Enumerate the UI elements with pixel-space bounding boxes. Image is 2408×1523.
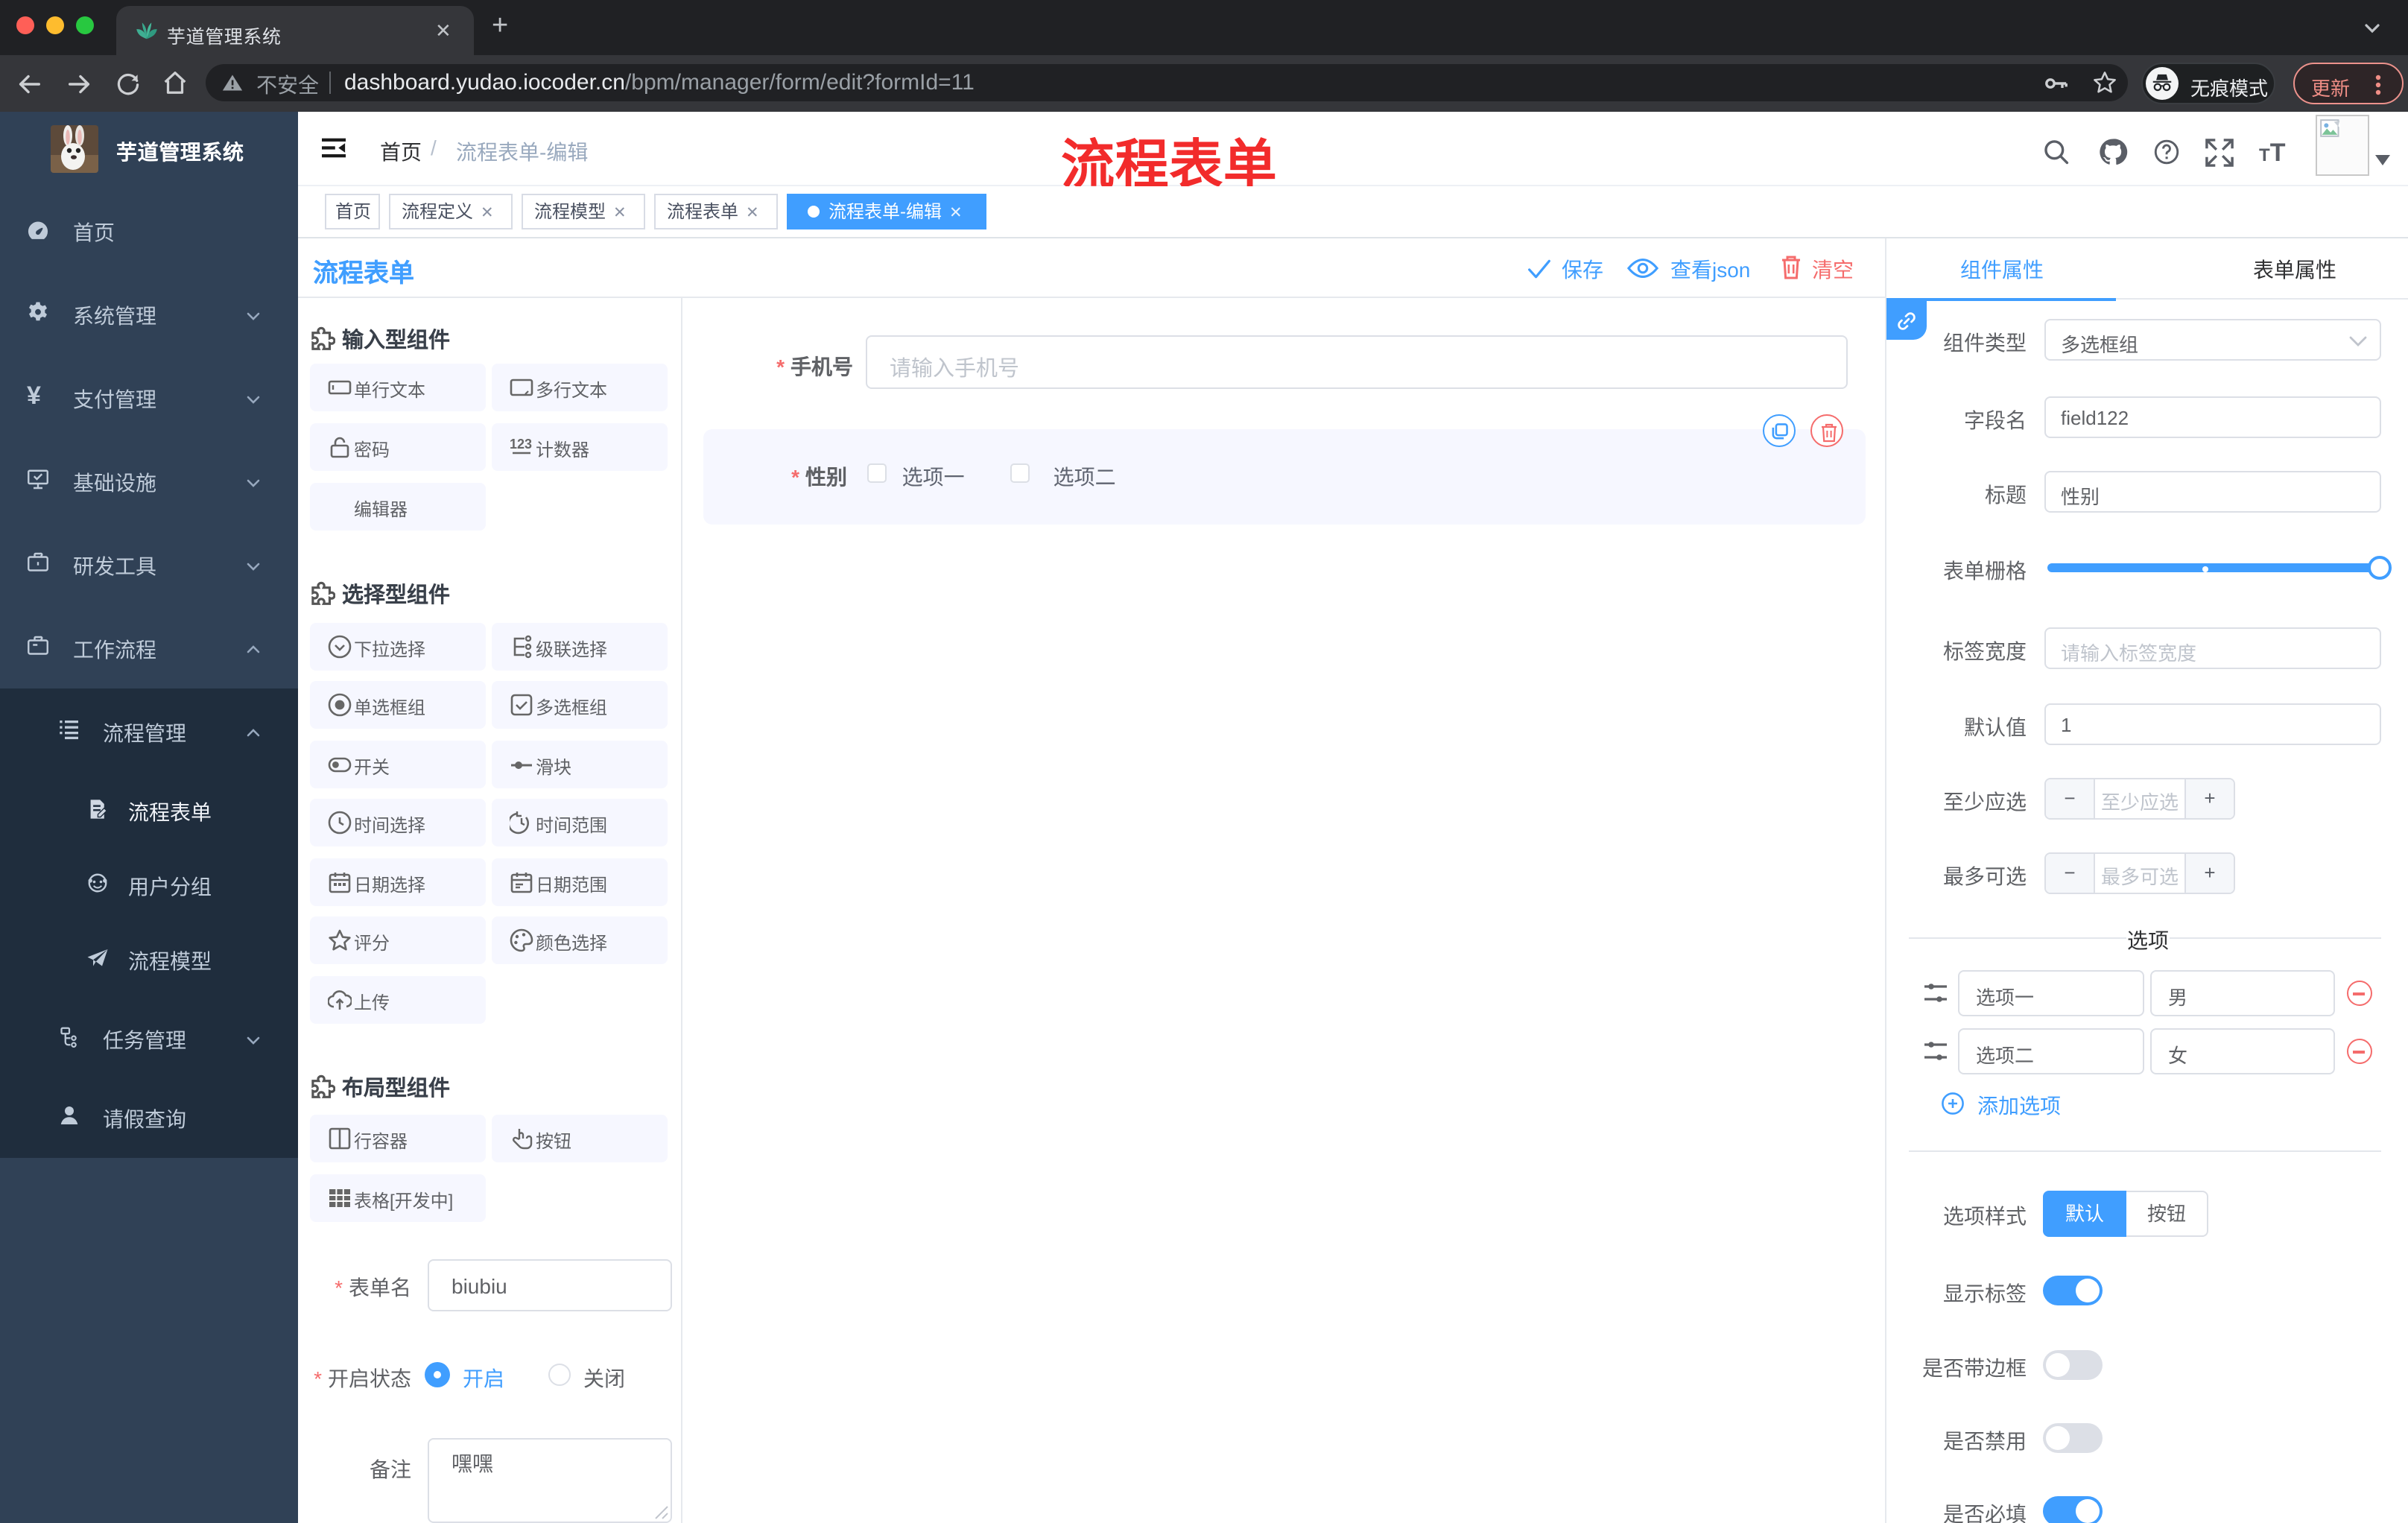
svg-text:123: 123: [510, 437, 532, 452]
